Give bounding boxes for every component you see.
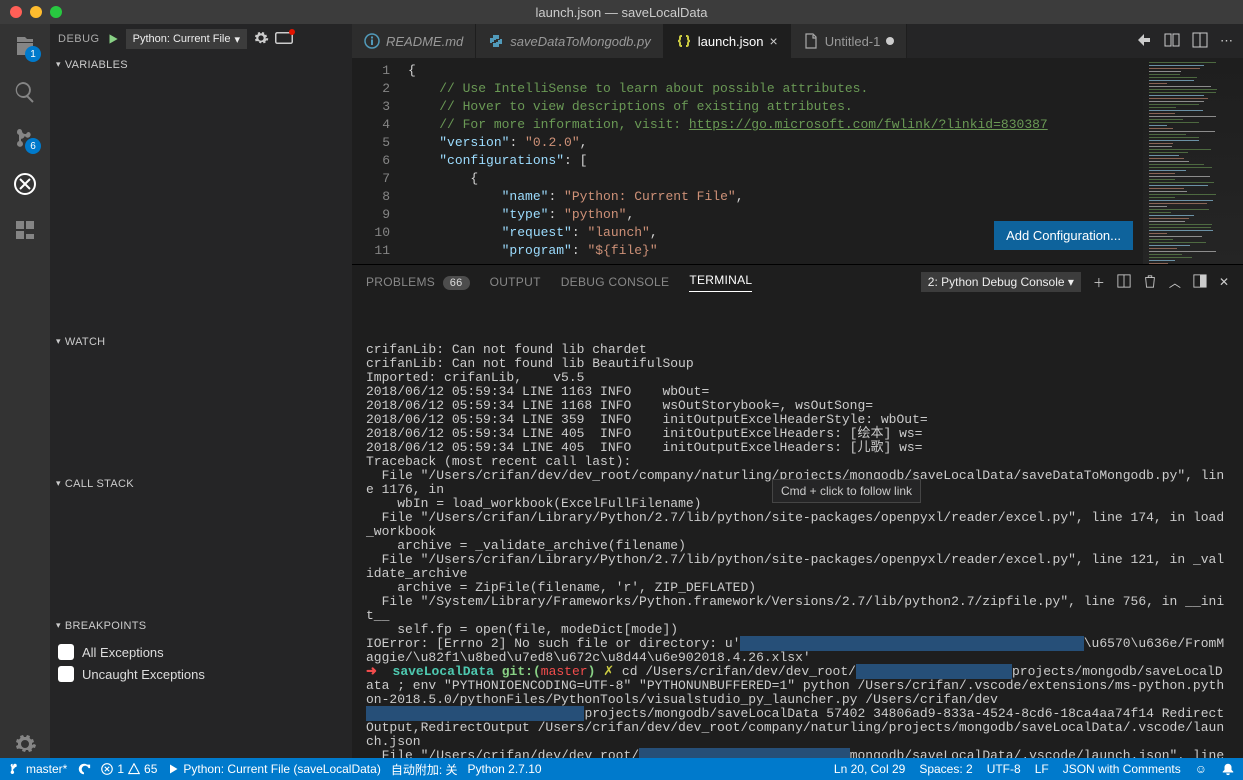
checkbox-icon[interactable]	[58, 666, 74, 682]
auto-attach-status[interactable]: 自动附加: 关	[391, 761, 458, 778]
title-bar: launch.json — saveLocalData	[0, 0, 1243, 24]
bottom-panel: PROBLEMS 66 OUTPUT DEBUG CONSOLE TERMINA…	[352, 264, 1243, 758]
debug-icon[interactable]	[11, 170, 39, 198]
close-tab-icon[interactable]: ×	[770, 33, 778, 49]
new-terminal-icon[interactable]: ＋	[1093, 274, 1105, 291]
file-icon	[803, 33, 819, 49]
breakpoints-body: All Exceptions Uncaught Exceptions	[50, 637, 352, 689]
tab-label: saveDataToMongodb.py	[510, 34, 650, 49]
panel-actions: 2: Python Debug Console ▾ ＋ ︿ ✕	[921, 272, 1229, 292]
line-gutter: 1234567891011	[352, 58, 408, 264]
status-bar: master* 1 65 Python: Current File (saveL…	[0, 758, 1243, 780]
problems-badge: 66	[443, 276, 470, 290]
breakpoint-label: All Exceptions	[82, 645, 164, 660]
errors-warnings-status[interactable]: 1 65	[101, 762, 157, 776]
section-watch[interactable]: WATCH	[50, 331, 352, 353]
explorer-badge: 1	[25, 46, 41, 62]
minimize-window-icon[interactable]	[30, 6, 42, 18]
tab-untitled[interactable]: Untitled-1	[791, 24, 908, 58]
split-editor-icon[interactable]	[1192, 32, 1208, 51]
panel-tab-problems[interactable]: PROBLEMS 66	[366, 275, 470, 289]
debug-config-select[interactable]: Python: Current File ▾	[126, 29, 247, 49]
section-variables[interactable]: VARIABLES	[50, 54, 352, 76]
close-window-icon[interactable]	[10, 6, 22, 18]
terminal-content[interactable]: Cmd + click to follow link crifanLib: Ca…	[352, 299, 1243, 758]
tab-launchjson[interactable]: launch.json ×	[664, 24, 791, 58]
language-mode-status[interactable]: JSON with Comments	[1063, 762, 1181, 776]
indentation-status[interactable]: Spaces: 2	[919, 762, 972, 776]
tab-label: README.md	[386, 34, 463, 49]
split-terminal-icon[interactable]	[1117, 274, 1131, 291]
settings-gear-icon[interactable]	[11, 730, 39, 758]
checkbox-icon[interactable]	[58, 644, 74, 660]
breakpoint-item[interactable]: All Exceptions	[58, 641, 344, 663]
debug-target-status[interactable]: Python: Current File (saveLocalData)	[167, 762, 380, 776]
start-debug-icon[interactable]	[106, 32, 120, 46]
debug-config-label: Python: Current File	[133, 33, 231, 45]
notifications-icon[interactable]	[1221, 762, 1235, 776]
panel-tab-label: PROBLEMS	[366, 275, 435, 289]
window-traffic-lights	[10, 6, 62, 18]
link-tooltip: Cmd + click to follow link	[772, 479, 921, 503]
python-icon	[488, 33, 504, 49]
explorer-icon[interactable]: 1	[11, 32, 39, 60]
kill-terminal-icon[interactable]	[1143, 274, 1157, 291]
maximize-window-icon[interactable]	[50, 6, 62, 18]
minimap[interactable]	[1143, 58, 1243, 264]
add-configuration-button[interactable]: Add Configuration...	[994, 221, 1133, 250]
debug-sidebar: DEBUG Python: Current File ▾ VARIABLES W…	[50, 24, 352, 758]
search-icon[interactable]	[11, 78, 39, 106]
activity-bar: 1 6	[0, 24, 50, 758]
variables-body	[50, 76, 352, 331]
panel-tab-output[interactable]: OUTPUT	[490, 275, 541, 289]
section-callstack[interactable]: CALL STACK	[50, 473, 352, 495]
editor-tabs: README.md saveDataToMongodb.py launch.js…	[352, 24, 1243, 58]
section-breakpoints[interactable]: BREAKPOINTS	[50, 615, 352, 637]
window-title: launch.json — saveLocalData	[536, 5, 708, 20]
editor-area: README.md saveDataToMongodb.py launch.js…	[352, 24, 1243, 758]
breakpoint-item[interactable]: Uncaught Exceptions	[58, 663, 344, 685]
callstack-body	[50, 495, 352, 615]
info-icon	[364, 33, 380, 49]
debug-console-dot-icon	[289, 29, 295, 35]
panel-tabs: PROBLEMS 66 OUTPUT DEBUG CONSOLE TERMINA…	[352, 265, 1243, 299]
python-version-status[interactable]: Python 2.7.10	[467, 762, 541, 776]
source-control-icon[interactable]: 6	[11, 124, 39, 152]
chevron-down-icon: ▾	[234, 33, 240, 46]
eol-status[interactable]: LF	[1035, 762, 1049, 776]
encoding-status[interactable]: UTF-8	[987, 762, 1021, 776]
sync-icon[interactable]	[77, 762, 91, 776]
close-panel-icon[interactable]: ✕	[1219, 275, 1229, 289]
cursor-position-status[interactable]: Ln 20, Col 29	[834, 762, 905, 776]
open-changes-icon[interactable]	[1164, 32, 1180, 51]
tab-label: launch.json	[698, 34, 764, 49]
tab-savedatamongodb[interactable]: saveDataToMongodb.py	[476, 24, 663, 58]
breakpoint-label: Uncaught Exceptions	[82, 667, 205, 682]
tab-label: Untitled-1	[825, 34, 881, 49]
chevron-up-icon[interactable]: ︿	[1169, 274, 1181, 291]
compare-changes-icon[interactable]	[1136, 32, 1152, 51]
watch-body	[50, 353, 352, 473]
maximize-panel-icon[interactable]	[1193, 274, 1207, 291]
debug-label: DEBUG	[58, 33, 100, 45]
json-icon	[676, 33, 692, 49]
debug-toolbar: DEBUG Python: Current File ▾	[50, 24, 352, 54]
panel-tab-debugconsole[interactable]: DEBUG CONSOLE	[561, 275, 670, 289]
panel-tab-terminal[interactable]: TERMINAL	[689, 273, 752, 292]
editor-tab-actions: ⋯	[1126, 24, 1243, 58]
more-actions-icon[interactable]: ⋯	[1220, 33, 1233, 49]
extensions-icon[interactable]	[11, 216, 39, 244]
scm-badge: 6	[25, 138, 41, 154]
feedback-icon[interactable]: ☺	[1195, 762, 1207, 776]
terminal-select[interactable]: 2: Python Debug Console ▾	[921, 272, 1081, 292]
debug-console-toggle-icon[interactable]	[275, 31, 293, 48]
git-branch-status[interactable]: master*	[8, 762, 67, 776]
dirty-indicator-icon	[886, 37, 894, 45]
debug-settings-icon[interactable]	[253, 30, 269, 49]
code-editor[interactable]: 1234567891011 { // Use IntelliSense to l…	[352, 58, 1243, 264]
tab-readme[interactable]: README.md	[352, 24, 476, 58]
